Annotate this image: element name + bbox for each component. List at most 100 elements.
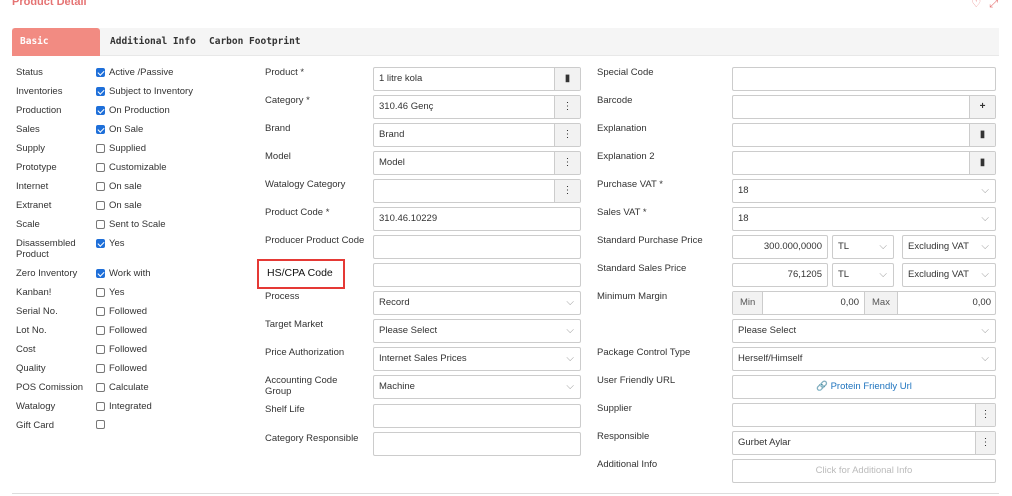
min-value[interactable]: 0,00 (769, 292, 860, 314)
more-icon[interactable]: ⋮ (554, 124, 580, 146)
status-checkbox[interactable]: Followed (96, 344, 147, 355)
checkbox-unchecked-icon[interactable] (96, 144, 105, 153)
checkbox-unchecked-icon[interactable] (96, 383, 105, 392)
book-icon[interactable]: ▮ (969, 124, 995, 146)
checkbox-unchecked-icon[interactable] (96, 201, 105, 210)
status-checkbox[interactable]: On sale (96, 181, 142, 192)
std-purchase-currency[interactable]: TL ⌵ (832, 235, 894, 259)
checkbox-unchecked-icon[interactable] (96, 307, 105, 316)
status-checkbox[interactable] (96, 420, 109, 429)
checkbox-checked-icon[interactable] (96, 269, 105, 278)
status-checkbox[interactable]: Followed (96, 363, 147, 374)
tab-basic-details[interactable]: Basic Details (12, 28, 100, 75)
checkbox-unchecked-icon[interactable] (96, 220, 105, 229)
checkbox-unchecked-icon[interactable] (96, 345, 105, 354)
shelf-life-input[interactable] (373, 404, 581, 428)
max-value[interactable]: 0,00 (901, 292, 992, 314)
checkbox-unchecked-icon[interactable] (96, 364, 105, 373)
brand-input[interactable]: Brand ⋮ (373, 123, 581, 147)
target-market-select[interactable]: Please Select ⌵ (373, 319, 581, 343)
more-icon[interactable]: ⋮ (554, 152, 580, 174)
status-checkbox[interactable]: On Production (96, 105, 170, 116)
special-code-input[interactable] (732, 67, 996, 91)
hs-code-input[interactable] (373, 263, 581, 287)
status-checkbox[interactable]: Work with (96, 268, 151, 279)
responsible-input[interactable]: Gurbet Aylar ⋮ (732, 431, 996, 455)
status-checkbox[interactable]: Active /Passive (96, 67, 173, 78)
chevron-down-icon: ⌵ (879, 241, 887, 252)
status-checkbox[interactable]: Yes (96, 287, 125, 298)
friendly-url-box[interactable]: 🔗 Protein Friendly Url (732, 375, 996, 399)
tab-additional-info[interactable]: Additional Info (102, 28, 204, 56)
status-checkbox[interactable]: Followed (96, 325, 147, 336)
std-sales-currency[interactable]: TL ⌵ (832, 263, 894, 287)
expand-icon[interactable]: ⤢ (989, 0, 998, 10)
category-resp-input[interactable] (373, 432, 581, 456)
book-icon[interactable]: ▮ (554, 68, 580, 90)
checkbox-unchecked-icon[interactable] (96, 288, 105, 297)
std-purchase-vat[interactable]: Excluding VAT ⌵ (902, 235, 996, 259)
sales-vat-value: 18 (738, 213, 749, 224)
checkbox-unchecked-icon[interactable] (96, 402, 105, 411)
category-input[interactable]: 310.46 Genç ⋮ (373, 95, 581, 119)
checkbox-checked-icon[interactable] (96, 106, 105, 115)
category-resp-label: Category Responsible (265, 433, 359, 444)
price-auth-select[interactable]: Internet Sales Prices ⌵ (373, 347, 581, 371)
heart-icon[interactable]: ♡ (971, 0, 981, 10)
supplier-input[interactable]: ⋮ (732, 403, 996, 427)
status-checkbox[interactable]: Subject to Inventory (96, 86, 193, 97)
package-control-select[interactable]: Herself/Himself ⌵ (732, 347, 996, 371)
status-checkbox[interactable]: Sent to Scale (96, 219, 166, 230)
checkbox-unchecked-icon[interactable] (96, 326, 105, 335)
checkbox-unchecked-icon[interactable] (96, 182, 105, 191)
min-margin-group[interactable]: Min 0,00 Max 0,00 (732, 291, 996, 315)
plus-icon[interactable]: + (969, 96, 995, 118)
status-checkbox[interactable]: Yes (96, 238, 125, 249)
more-icon[interactable]: ⋮ (975, 404, 995, 426)
status-checkbox[interactable]: Calculate (96, 382, 149, 393)
panel-title: Product Detail (12, 0, 87, 8)
status-checkbox[interactable]: Followed (96, 306, 147, 317)
status-row-label: Prototype (16, 162, 57, 173)
margin-select[interactable]: Please Select ⌵ (732, 319, 996, 343)
status-checkbox[interactable]: On Sale (96, 124, 143, 135)
std-purchase-input[interactable]: 300.000,0000 (732, 235, 828, 259)
status-checkbox[interactable]: Customizable (96, 162, 167, 173)
chevron-down-icon: ⌵ (981, 269, 989, 280)
purchase-vat-select[interactable]: 18 ⌵ (732, 179, 996, 203)
std-purchase-vat-value: Excluding VAT (908, 241, 969, 252)
explanation2-input[interactable]: ▮ (732, 151, 996, 175)
checkbox-checked-icon[interactable] (96, 68, 105, 77)
barcode-input[interactable]: + (732, 95, 996, 119)
more-icon[interactable]: ⋮ (975, 432, 995, 454)
status-checkbox[interactable]: Supplied (96, 143, 146, 154)
book-icon[interactable]: ▮ (969, 152, 995, 174)
status-checkbox[interactable]: Integrated (96, 401, 152, 412)
status-checkbox[interactable]: On sale (96, 200, 142, 211)
std-sales-vat[interactable]: Excluding VAT ⌵ (902, 263, 996, 287)
more-icon[interactable]: ⋮ (554, 96, 580, 118)
process-select[interactable]: Record ⌵ (373, 291, 581, 315)
checkbox-checked-icon[interactable] (96, 125, 105, 134)
friendly-url-link[interactable]: 🔗 Protein Friendly Url (733, 376, 995, 398)
tab-carbon-footprint[interactable]: Carbon Footprint (201, 28, 309, 56)
brand-value: Brand (379, 129, 405, 140)
checkbox-unchecked-icon[interactable] (96, 163, 105, 172)
checkbox-checked-icon[interactable] (96, 87, 105, 96)
package-control-label: Package Control Type (597, 347, 691, 358)
model-input[interactable]: Model ⋮ (373, 151, 581, 175)
product-code-input[interactable]: 310.46.10229 (373, 207, 581, 231)
more-icon[interactable]: ⋮ (554, 180, 580, 202)
additional-info-input[interactable]: Click for Additional Info (732, 459, 996, 483)
producer-code-input[interactable] (373, 235, 581, 259)
explanation-input[interactable]: ▮ (732, 123, 996, 147)
brand-label: Brand (265, 123, 291, 134)
sales-vat-select[interactable]: 18 ⌵ (732, 207, 996, 231)
accounting-select[interactable]: Machine ⌵ (373, 375, 581, 399)
watalogy-category-input[interactable]: ⋮ (373, 179, 581, 203)
checkbox-checked-icon[interactable] (96, 239, 105, 248)
status-option-label: Followed (109, 363, 148, 374)
std-sales-input[interactable]: 76,1205 (732, 263, 828, 287)
product-input[interactable]: 1 litre kola ▮ (373, 67, 581, 91)
checkbox-unchecked-icon[interactable] (96, 420, 105, 429)
